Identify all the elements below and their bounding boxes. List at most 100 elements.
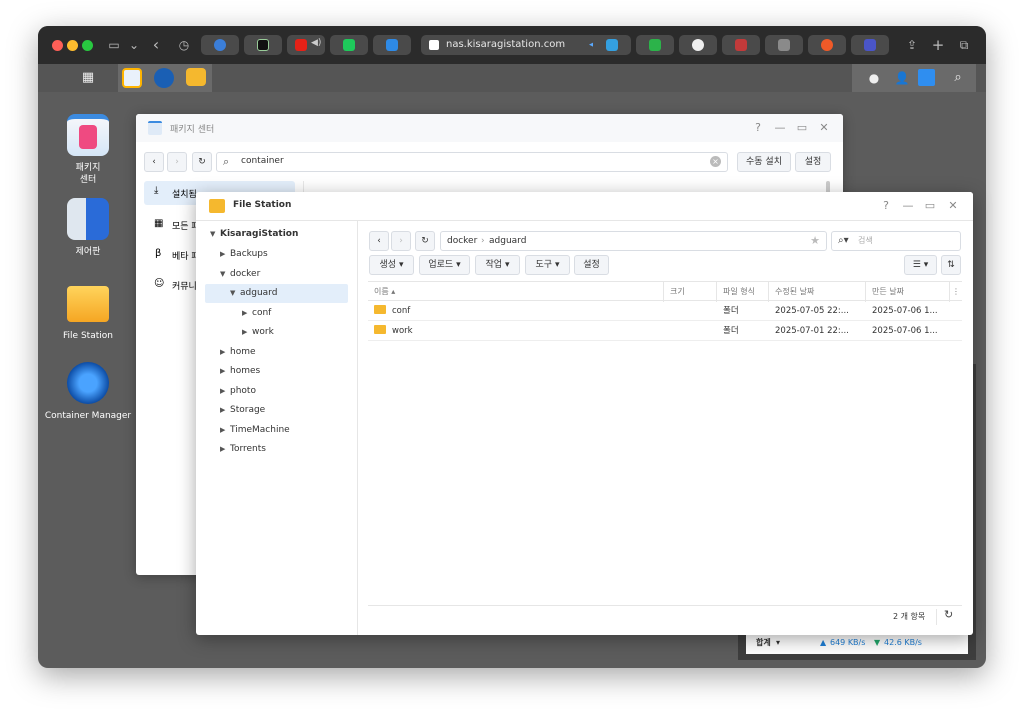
tab-overview-icon[interactable]: ⧉ bbox=[956, 37, 972, 53]
browser-tab[interactable] bbox=[636, 35, 674, 55]
clear-search-icon[interactable]: × bbox=[710, 156, 721, 167]
forward-button[interactable]: › bbox=[391, 231, 411, 251]
column-header-name[interactable]: 이름 ▴ bbox=[368, 282, 664, 302]
file-station-desktop-icon[interactable]: File Station bbox=[38, 282, 138, 342]
file-station-taskbar-icon[interactable] bbox=[186, 68, 206, 86]
settings-button[interactable]: 설정 bbox=[574, 255, 609, 275]
manual-install-button[interactable]: 수동 설치 bbox=[737, 152, 791, 172]
action-button[interactable]: 작업 ▾ bbox=[475, 255, 520, 275]
chevron-down-icon[interactable]: ⌄ bbox=[126, 37, 142, 53]
tree-item-timemachine[interactable]: ▶ TimeMachine bbox=[220, 421, 290, 439]
path-segment[interactable]: docker bbox=[447, 232, 477, 250]
path-bar[interactable]: docker › adguard ★ bbox=[440, 231, 827, 251]
download-icon: ⤓ bbox=[154, 185, 159, 196]
tree-item-conf[interactable]: ▶ conf bbox=[242, 304, 271, 322]
search-input[interactable]: container bbox=[241, 156, 284, 166]
sidebar-item-all[interactable]: ▦ 모든 패 bbox=[144, 213, 204, 237]
column-header-size[interactable]: 크기 bbox=[664, 282, 717, 302]
tree-item-storage[interactable]: ▶ Storage bbox=[220, 401, 265, 419]
chevron-right-icon: › bbox=[481, 236, 485, 246]
upload-button[interactable]: 업로드 ▾ bbox=[419, 255, 470, 275]
caret-right-icon: ▶ bbox=[220, 406, 226, 414]
column-header-type[interactable]: 파일 형식 bbox=[717, 282, 769, 302]
tree-item-photo[interactable]: ▶ photo bbox=[220, 382, 256, 400]
tree-item-torrents[interactable]: ▶ Torrents bbox=[220, 440, 266, 458]
sidebar-item-beta[interactable]: β 베타 패 bbox=[144, 243, 204, 267]
refresh-button[interactable]: ↻ bbox=[192, 152, 212, 172]
active-tab[interactable]: nas.kisaragistation.com ◀) ▭ bbox=[421, 35, 617, 55]
search-field[interactable]: ⌕▾ 검색 bbox=[831, 231, 961, 251]
tree-item-backups[interactable]: ▶ Backups bbox=[220, 245, 268, 263]
browser-tab[interactable] bbox=[244, 35, 282, 55]
search-field[interactable]: ⌕ container × bbox=[216, 152, 728, 172]
sidebar-toggle-icon[interactable]: ▭ bbox=[106, 37, 122, 53]
table-row[interactable]: work 폴더 2025-07-01 22:... 2025-07-06 1..… bbox=[368, 321, 962, 341]
container-manager-taskbar-icon[interactable] bbox=[154, 68, 174, 88]
package-center-desktop-icon[interactable]: 패키지 센터 bbox=[38, 114, 138, 186]
tree-root[interactable]: ▼ KisaragiStation bbox=[210, 225, 298, 243]
tree-item-docker[interactable]: ▼ docker bbox=[220, 265, 260, 283]
browser-tab[interactable] bbox=[373, 35, 411, 55]
search-icon: ⌕ bbox=[223, 155, 230, 168]
forward-button[interactable]: › bbox=[167, 152, 187, 172]
minimize-icon[interactable]: — bbox=[772, 120, 788, 136]
settings-button[interactable]: 설정 bbox=[795, 152, 831, 172]
table-row[interactable]: conf 폴더 2025-07-05 22:... 2025-07-06 1..… bbox=[368, 301, 962, 321]
minimize-window-button[interactable] bbox=[67, 40, 78, 51]
refresh-button[interactable]: ↻ bbox=[415, 231, 435, 251]
control-panel-desktop-icon[interactable]: 제어판 bbox=[38, 198, 138, 258]
back-button[interactable]: ‹ bbox=[369, 231, 389, 251]
close-window-button[interactable] bbox=[52, 40, 63, 51]
container-manager-desktop-icon[interactable]: Container Manager bbox=[38, 362, 138, 422]
tree-item-adguard[interactable]: ▼ adguard bbox=[230, 284, 277, 302]
view-mode-button[interactable]: ☰ ▾ bbox=[904, 255, 937, 275]
maximize-icon[interactable]: ▭ bbox=[922, 198, 938, 214]
close-icon[interactable]: ✕ bbox=[945, 198, 961, 214]
tree-item-homes[interactable]: ▶ homes bbox=[220, 362, 260, 380]
beta-icon: β bbox=[155, 248, 162, 259]
sidebar-item-community[interactable]: ☺ 커뮤니 bbox=[144, 273, 204, 297]
folder-icon bbox=[67, 286, 109, 322]
browser-tab[interactable]: ◀) bbox=[287, 35, 325, 55]
refresh-icon[interactable]: ↻ bbox=[944, 608, 953, 621]
back-icon[interactable]: ‹ bbox=[148, 37, 164, 53]
widgets-icon[interactable] bbox=[918, 69, 935, 86]
user-icon[interactable]: 👤 bbox=[890, 66, 914, 90]
notification-icon[interactable]: ● bbox=[862, 66, 886, 90]
browser-tab[interactable] bbox=[765, 35, 803, 55]
close-icon[interactable]: ✕ bbox=[816, 120, 832, 136]
package-center-taskbar-icon[interactable] bbox=[122, 68, 142, 88]
tools-button[interactable]: 도구 ▾ bbox=[525, 255, 570, 275]
chevron-down-icon[interactable]: ▾ bbox=[776, 632, 780, 654]
column-header-created[interactable]: 만든 날짜 bbox=[866, 282, 950, 302]
column-header-modified[interactable]: 수정된 날짜 bbox=[769, 282, 866, 302]
browser-tab[interactable] bbox=[808, 35, 846, 55]
speaker-icon: ◀) bbox=[311, 38, 322, 48]
browser-tab[interactable] bbox=[722, 35, 760, 55]
history-icon[interactable]: ◷ bbox=[176, 37, 192, 53]
help-icon[interactable]: ? bbox=[750, 120, 766, 136]
browser-tab[interactable] bbox=[593, 35, 631, 55]
share-icon[interactable]: ⇪ bbox=[904, 37, 920, 53]
column-options-icon[interactable]: ⋮ bbox=[950, 282, 962, 302]
browser-tab[interactable] bbox=[851, 35, 889, 55]
search-icon[interactable]: ⌕ bbox=[946, 66, 970, 90]
browser-tab[interactable] bbox=[679, 35, 717, 55]
tree-item-home[interactable]: ▶ home bbox=[220, 343, 256, 361]
star-icon[interactable]: ★ bbox=[810, 232, 820, 250]
refresh-icon bbox=[692, 39, 704, 51]
create-button[interactable]: 생성 ▾ bbox=[369, 255, 414, 275]
browser-tab[interactable] bbox=[330, 35, 368, 55]
minimize-icon[interactable]: — bbox=[900, 198, 916, 214]
path-segment[interactable]: adguard bbox=[489, 232, 526, 250]
tree-item-work[interactable]: ▶ work bbox=[242, 323, 274, 341]
sort-button[interactable]: ⇅ bbox=[941, 255, 961, 275]
main-menu-icon[interactable]: ▦ bbox=[76, 66, 100, 90]
back-button[interactable]: ‹ bbox=[144, 152, 164, 172]
browser-tab[interactable] bbox=[201, 35, 239, 55]
zoom-window-button[interactable] bbox=[82, 40, 93, 51]
maximize-icon[interactable]: ▭ bbox=[794, 120, 810, 136]
window-title-bar: 패키지 센터 ? — ▭ ✕ bbox=[136, 114, 843, 142]
help-icon[interactable]: ? bbox=[878, 198, 894, 214]
new-tab-icon[interactable]: + bbox=[930, 37, 946, 53]
